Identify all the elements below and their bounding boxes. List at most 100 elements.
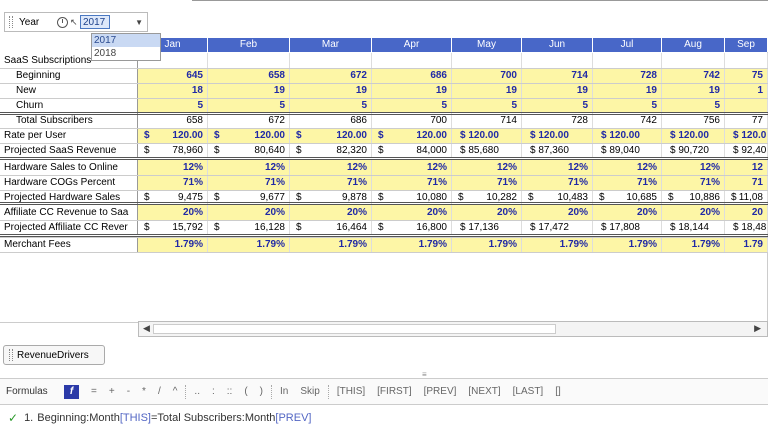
formula-entry[interactable]: ✓ 1. Beginning:Month [THIS] =Total Subsc… — [0, 404, 768, 431]
grid-cell[interactable]: 1.79% — [290, 237, 372, 252]
row-label[interactable]: Hardware Sales to Online — [0, 160, 138, 175]
grid-cell[interactable]: 71% — [372, 175, 452, 190]
grid-cell[interactable]: 12% — [452, 160, 522, 175]
grid-cell[interactable]: 71 — [725, 175, 768, 190]
grid-cell[interactable]: 658 — [138, 113, 208, 128]
grid-cell[interactable]: 1 — [725, 83, 768, 98]
grid-cell[interactable]: 20% — [662, 205, 725, 220]
month-header[interactable]: Apr — [372, 38, 452, 52]
grid-cell[interactable]: 20 — [725, 205, 768, 220]
prev-button[interactable]: [PREV] — [424, 386, 457, 397]
grid-cell[interactable]: 19 — [290, 83, 372, 98]
this-button[interactable]: [THIS] — [337, 386, 365, 397]
grid-cell[interactable] — [452, 53, 522, 68]
grid-cell[interactable]: 700 — [372, 113, 452, 128]
grid-cell[interactable]: 20% — [593, 205, 662, 220]
sheet-tab[interactable]: RevenueDrivers — [3, 345, 105, 365]
grid-cell[interactable]: 5 — [290, 98, 372, 113]
grid-cell[interactable]: 686 — [290, 113, 372, 128]
operator-button[interactable]: ^ — [173, 386, 178, 397]
grid-cell[interactable]: $16,464 — [290, 220, 372, 235]
month-header[interactable]: Aug — [662, 38, 725, 52]
grid-cell[interactable]: 77 — [725, 113, 768, 128]
grid-cell[interactable] — [593, 53, 662, 68]
month-header[interactable]: Jul — [593, 38, 662, 52]
grid-cell[interactable]: 700 — [452, 68, 522, 83]
grid-cell[interactable]: 1.79% — [522, 237, 593, 252]
month-header[interactable]: Jun — [522, 38, 593, 52]
skip-button[interactable]: Skip — [300, 386, 319, 397]
scrollbar-thumb[interactable] — [153, 324, 556, 334]
horizontal-scrollbar[interactable]: ◀ ▶ — [138, 321, 768, 337]
grid-cell[interactable]: 71% — [522, 175, 593, 190]
pointer-icon[interactable]: ↖ — [70, 17, 78, 28]
grid-cell[interactable]: 5 — [522, 98, 593, 113]
grid-cell[interactable]: 728 — [522, 113, 593, 128]
brackets-button[interactable]: [] — [555, 386, 561, 397]
row-label[interactable]: Beginning — [0, 68, 138, 83]
grid-cell[interactable]: 19 — [208, 83, 290, 98]
grid-cell[interactable]: $84,000 — [372, 143, 452, 158]
grid-cell[interactable]: 20% — [522, 205, 593, 220]
operator-button[interactable]: * — [142, 386, 146, 397]
grid-cell[interactable]: $16,128 — [208, 220, 290, 235]
year-value-input[interactable]: 2017 — [80, 15, 110, 29]
grid-cell[interactable]: 19 — [522, 83, 593, 98]
range-button[interactable]: .. — [194, 386, 200, 397]
grid-cell[interactable]: 1.79% — [208, 237, 290, 252]
row-label[interactable]: Rate per User — [0, 128, 138, 143]
grid-cell[interactable] — [522, 53, 593, 68]
grid-cell[interactable]: 19 — [662, 83, 725, 98]
range-button[interactable]: : — [212, 386, 215, 397]
grid-cell[interactable]: $15,792 — [138, 220, 208, 235]
in-button[interactable]: In — [280, 386, 288, 397]
grid-cell[interactable]: 20% — [290, 205, 372, 220]
grid-cell[interactable]: 645 — [138, 68, 208, 83]
row-label[interactable]: Projected Affiliate CC Rever — [0, 220, 138, 235]
grid-cell[interactable] — [372, 53, 452, 68]
grid-cell[interactable]: $80,640 — [208, 143, 290, 158]
grid-cell[interactable]: 742 — [593, 113, 662, 128]
operator-button[interactable]: + — [109, 386, 115, 397]
grid-cell[interactable]: 71% — [138, 175, 208, 190]
row-label[interactable]: Merchant Fees — [0, 237, 138, 252]
grid-cell[interactable]: $ 89,040 — [593, 143, 662, 158]
row-label[interactable]: Churn — [0, 98, 138, 113]
grid-cell[interactable]: 20% — [138, 205, 208, 220]
scroll-right-icon[interactable]: ▶ — [754, 323, 761, 334]
grid-cell[interactable]: $ 17,136 — [452, 220, 522, 235]
grid-cell[interactable]: 71% — [290, 175, 372, 190]
grid-cell[interactable]: 20% — [372, 205, 452, 220]
grid-cell[interactable]: 5 — [138, 98, 208, 113]
year-option[interactable]: 2017 — [92, 34, 160, 47]
grid-cell[interactable]: $120.00 — [138, 128, 208, 143]
month-header[interactable]: May — [452, 38, 522, 52]
grid-cell[interactable]: 5 — [593, 98, 662, 113]
grid-cell[interactable]: 1.79 — [725, 237, 768, 252]
grid-cell[interactable]: 19 — [593, 83, 662, 98]
grid-cell[interactable]: 1.79% — [593, 237, 662, 252]
grid-cell[interactable]: 19 — [452, 83, 522, 98]
grid-cell[interactable]: $ 120.00 — [662, 128, 725, 143]
grid-cell[interactable]: 12% — [138, 160, 208, 175]
month-header[interactable]: Feb — [208, 38, 290, 52]
grid-cell[interactable]: 5 — [208, 98, 290, 113]
grid-cell[interactable] — [725, 53, 768, 68]
grid-cell[interactable]: 5 — [372, 98, 452, 113]
next-button[interactable]: [NEXT] — [468, 386, 500, 397]
grid-cell[interactable]: $ 18,144 — [662, 220, 725, 235]
grid-cell[interactable]: 714 — [452, 113, 522, 128]
grid-cell[interactable]: 5 — [662, 98, 725, 113]
grid-cell[interactable]: $ 120.00 — [593, 128, 662, 143]
grid-cell[interactable]: 71% — [452, 175, 522, 190]
grid-cell[interactable]: $ 120.00 — [452, 128, 522, 143]
operator-button[interactable]: / — [158, 386, 161, 397]
grid-cell[interactable]: $ 90,720 — [662, 143, 725, 158]
grid-cell[interactable]: 756 — [662, 113, 725, 128]
grid-cell[interactable]: $ 18,48 — [725, 220, 768, 235]
grid-cell[interactable]: $78,960 — [138, 143, 208, 158]
grid-cell[interactable]: 1.79% — [452, 237, 522, 252]
grid-cell[interactable]: $ 120.0 — [725, 128, 768, 143]
grid-cell[interactable]: 1.79% — [372, 237, 452, 252]
grid-cell[interactable]: 20% — [208, 205, 290, 220]
